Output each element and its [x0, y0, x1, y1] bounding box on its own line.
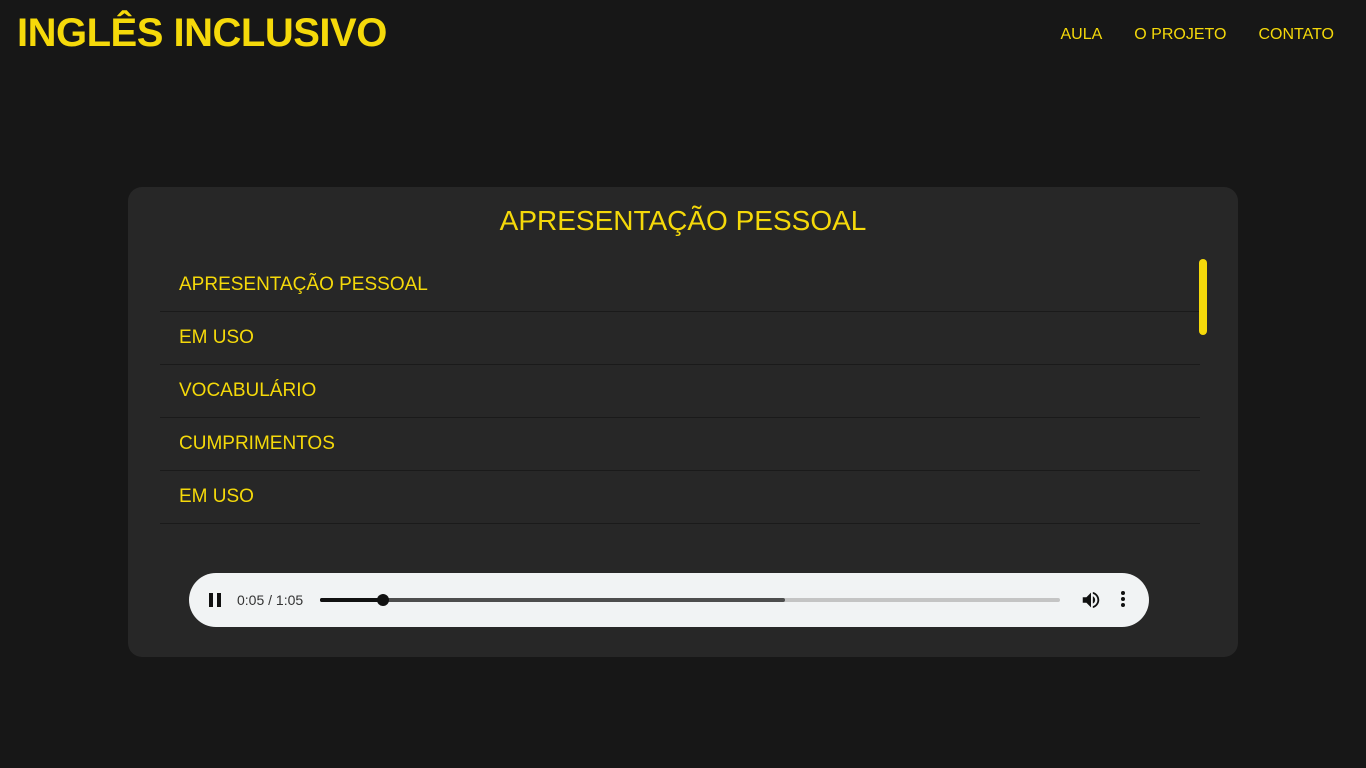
lesson-topic-list: APRESENTAÇÃO PESSOAL EM USO VOCABULÁRIO … — [160, 259, 1200, 524]
nav-link-o-projeto[interactable]: O PROJETO — [1134, 24, 1226, 46]
audio-buffered-bar — [320, 598, 786, 602]
lesson-card: APRESENTAÇÃO PESSOAL APRESENTAÇÃO PESSOA… — [128, 187, 1238, 657]
pause-icon[interactable] — [208, 593, 222, 607]
nav-link-aula[interactable]: AULA — [1060, 24, 1102, 46]
audio-player: 0:05 / 1:05 — [189, 573, 1149, 627]
site-logo-title[interactable]: INGLÊS INCLUSIVO — [17, 10, 387, 56]
lesson-topic-item[interactable]: VOCABULÁRIO — [160, 365, 1200, 418]
lesson-topic-item[interactable]: EM USO — [160, 471, 1200, 524]
lesson-title: APRESENTAÇÃO PESSOAL — [499, 205, 867, 236]
audio-time-display: 0:05 / 1:05 — [237, 592, 304, 608]
main-nav: AULA O PROJETO CONTATO — [1060, 24, 1334, 46]
volume-icon[interactable] — [1080, 589, 1102, 611]
lesson-topic-item[interactable]: APRESENTAÇÃO PESSOAL — [160, 259, 1200, 312]
audio-progress-thumb[interactable] — [376, 594, 389, 606]
lesson-topic-item[interactable]: EM USO — [160, 312, 1200, 365]
more-vert-icon[interactable] — [1113, 590, 1133, 610]
lesson-topic-list-container[interactable]: APRESENTAÇÃO PESSOAL EM USO VOCABULÁRIO … — [160, 259, 1200, 524]
audio-played-bar — [320, 598, 383, 602]
lesson-topic-item[interactable]: CUMPRIMENTOS — [160, 418, 1200, 471]
list-scrollbar-thumb[interactable] — [1199, 259, 1207, 335]
audio-progress-bar[interactable] — [320, 594, 1060, 606]
nav-link-contato[interactable]: CONTATO — [1258, 24, 1334, 46]
